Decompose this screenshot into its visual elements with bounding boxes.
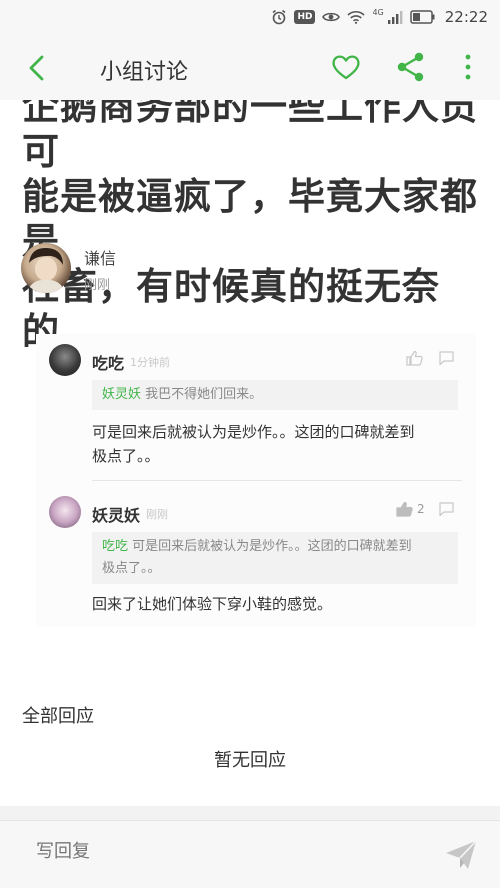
hd-badge: HD [294, 10, 316, 24]
quoted-text-line: 极点了。。 [102, 561, 161, 576]
like-icon [396, 501, 413, 521]
comment-time: 1分钟前 [130, 356, 170, 369]
page-title: 小组讨论 [100, 60, 189, 85]
author-name[interactable]: 谦信 [84, 245, 116, 269]
network-type-label: 4G [372, 7, 384, 17]
comment-body: 回来了让她们体验下穿小鞋的感觉。 [92, 592, 462, 616]
author-avatar[interactable] [21, 243, 71, 293]
send-button[interactable] [444, 838, 478, 872]
signal-icon [387, 10, 403, 24]
quoted-author: 吃吃 [102, 539, 129, 554]
reply-bar [0, 820, 500, 888]
comment-avatar [49, 344, 81, 376]
comment-body-line: 可是回来后就被认为是炒作。。这团的口碑就差到 [92, 423, 415, 441]
heart-icon [332, 55, 360, 80]
status-bar: HD 4G 22:22 [0, 0, 500, 34]
comment-time: 刚刚 [146, 508, 168, 521]
quoted-comment: 吃吃 可是回来后就被认为是炒作。。这团的口碑就差到 极点了。。 [92, 532, 458, 584]
comment-bubble-icon [438, 350, 455, 370]
empty-replies-text: 暂无回应 [214, 750, 286, 771]
all-replies-heading: 全部回应 [22, 706, 94, 727]
battery-icon [410, 10, 436, 24]
top-app-bar: 小组讨论 [0, 34, 500, 100]
embedded-comments-image: 吃吃 1分钟前 妖灵妖 我巴不得她们回来。 可是回来后就被认为是炒作。。这团的口… [36, 334, 476, 626]
comment-body-line: 回来了让她们体验下穿小鞋的感觉。 [92, 595, 333, 613]
post-time: 刚刚 [84, 278, 111, 293]
share-icon [397, 52, 424, 82]
reply-input[interactable] [36, 841, 416, 862]
comment-avatar [49, 496, 81, 528]
post-title: 企鹅商务部的一些工作人员可 能是被逼疯了，毕竟大家都是 社畜，有时候真的挺无奈的… [22, 84, 484, 354]
eye-icon [322, 10, 341, 24]
like-count: 2 [417, 502, 425, 516]
chevron-left-icon [29, 55, 44, 81]
status-icons: HD 4G 22:22 [271, 6, 488, 28]
like-icon [406, 350, 423, 370]
back-button[interactable] [22, 52, 54, 84]
comment-divider [92, 480, 462, 481]
comment-bubble-icon [438, 501, 455, 521]
comment-author-name: 妖灵妖 [92, 506, 141, 525]
comment-body-line: 极点了。。 [92, 447, 160, 465]
bottom-separator [0, 806, 500, 820]
share-button[interactable] [396, 51, 426, 83]
wifi-icon [347, 10, 366, 24]
quoted-text-line: 可是回来后就被认为是炒作。。这团的口碑就差到 [132, 539, 412, 554]
quoted-text: 我巴不得她们回来。 [145, 387, 263, 402]
clock: 22:22 [444, 8, 488, 26]
send-icon [446, 840, 477, 869]
alarm-icon [271, 9, 287, 25]
comment-author-name: 吃吃 [92, 354, 125, 373]
favorite-button[interactable] [330, 51, 362, 83]
quoted-comment: 妖灵妖 我巴不得她们回来。 [92, 380, 458, 410]
more-options-button[interactable] [458, 51, 478, 83]
more-vertical-icon [465, 54, 471, 80]
comment-body: 可是回来后就被认为是炒作。。这团的口碑就差到 极点了。。 [92, 420, 462, 468]
quoted-author: 妖灵妖 [102, 387, 142, 402]
